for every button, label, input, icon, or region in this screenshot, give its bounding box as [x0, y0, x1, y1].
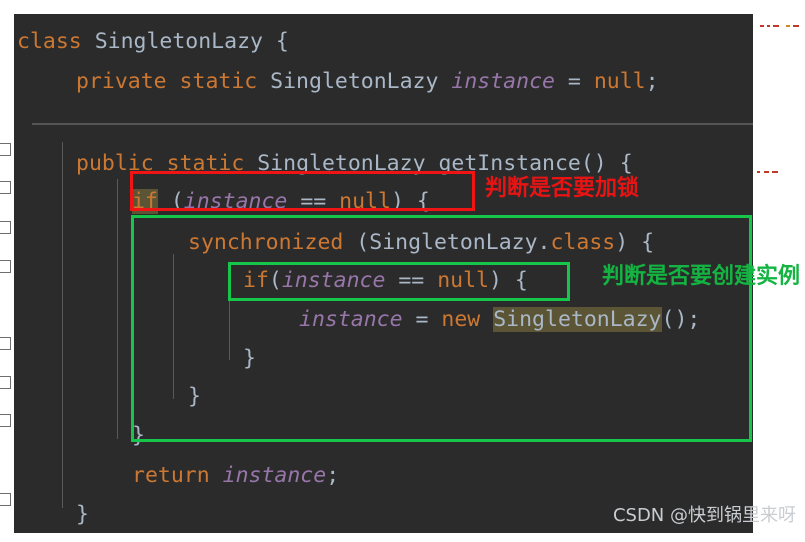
fold-marker[interactable]	[0, 414, 11, 427]
token-type-singletonlazy: SingletonLazy	[270, 69, 439, 94]
annotation-box-lock-check	[130, 171, 475, 211]
token-brace-open: {	[275, 29, 289, 54]
section-separator	[32, 123, 753, 125]
fold-marker[interactable]	[0, 143, 11, 156]
annotation-box-outer-region	[131, 215, 752, 442]
csdn-watermark: CSDN @快到锅里来呀	[612, 505, 796, 526]
token-semicolon: ;	[645, 69, 659, 94]
minimap-error-tick	[764, 171, 769, 173]
token-type-singletonlazy: SingletonLazy	[94, 29, 263, 54]
minimap-error-tick	[773, 25, 779, 27]
minimap-error-tick	[760, 25, 764, 27]
minimap-error-tick	[772, 171, 778, 173]
minimap-error-tick	[757, 171, 760, 173]
token-field-instance: instance	[222, 463, 327, 488]
code-line-class-decl[interactable]: class SingletonLazy {	[17, 31, 289, 53]
code-line-return[interactable]: return instance;	[132, 465, 339, 487]
token-field-instance: instance	[451, 69, 555, 94]
token-assign: =	[567, 69, 581, 94]
annotation-box-create-instance-check	[228, 262, 570, 301]
fold-marker[interactable]	[0, 221, 11, 234]
annotation-label-create-instance-check: 判断是否要创建实例	[602, 264, 801, 289]
minimap-error-tick	[767, 25, 770, 27]
fold-marker[interactable]	[0, 181, 11, 194]
editor-gutter	[0, 0, 22, 542]
annotation-label-lock-check: 判断是否要加锁	[485, 176, 640, 201]
minimap-error-tick	[793, 25, 799, 27]
fold-marker[interactable]	[0, 260, 11, 273]
code-screenshot: class SingletonLazy { private static Sin…	[0, 0, 805, 542]
fold-marker[interactable]	[0, 337, 11, 350]
fold-marker[interactable]	[0, 376, 11, 389]
indent-guide	[117, 179, 118, 439]
token-brace-close: }	[76, 502, 89, 527]
token-keyword-return: return	[132, 463, 210, 488]
token-modifiers: private static	[76, 69, 258, 94]
token-brace-open: {	[619, 151, 633, 176]
token-semicolon: ;	[326, 463, 340, 488]
token-keyword-class: class	[17, 29, 82, 54]
fold-marker[interactable]	[0, 493, 11, 506]
code-line-close-method[interactable]: }	[76, 504, 89, 526]
code-line-field-decl[interactable]: private static SingletonLazy instance = …	[76, 71, 659, 93]
token-null: null	[593, 69, 646, 94]
minimap-warning-tick	[786, 25, 790, 27]
indent-guide	[62, 142, 63, 508]
